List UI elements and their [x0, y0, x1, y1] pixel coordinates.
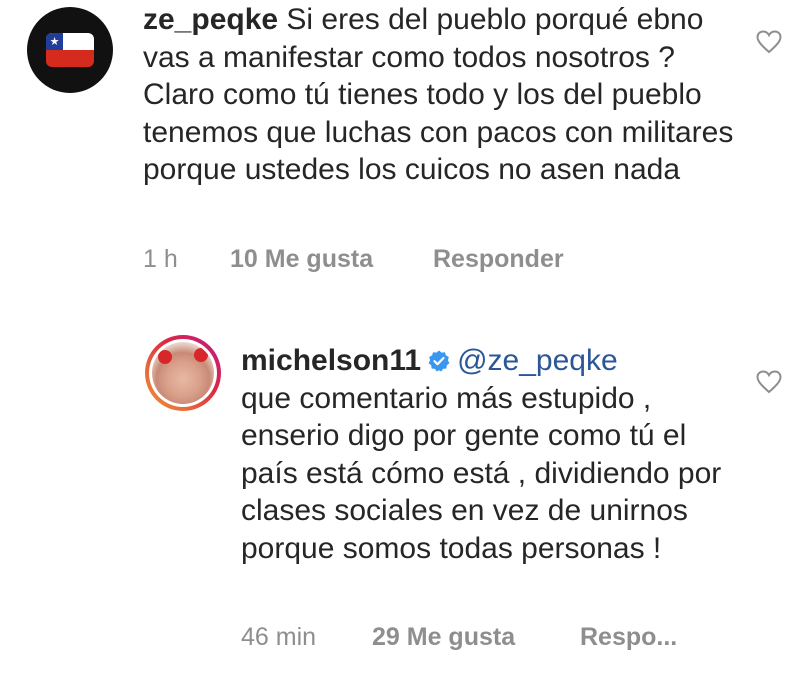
comment-username[interactable]: ze_peqke — [143, 3, 278, 36]
reply-comment: michelson11 @ze_peqke que comentario más… — [0, 330, 800, 692]
comment-likes[interactable]: 29 Me gusta — [372, 623, 515, 652]
avatar[interactable] — [145, 335, 221, 411]
comment-body: michelson11 @ze_peqke que comentario más… — [241, 342, 741, 567]
avatar[interactable]: ★ — [27, 7, 113, 93]
heart-icon[interactable] — [756, 370, 782, 394]
heart-icon[interactable] — [756, 30, 782, 54]
comment-text: que comentario más estupido , enserio di… — [241, 381, 722, 565]
comment-body: ze_peqke Si eres del pueblo porqué ebno … — [143, 1, 743, 189]
comment-time[interactable]: 46 min — [241, 623, 316, 652]
comment: ★ ze_peqke Si eres del pueblo porqué ebn… — [0, 0, 800, 290]
comment-meta: 46 min 29 Me gusta Respo... — [241, 623, 761, 655]
comment-likes[interactable]: 10 Me gusta — [230, 245, 373, 274]
verified-badge-icon — [428, 350, 450, 372]
comment-username[interactable]: michelson11 — [241, 344, 421, 377]
comment-meta: 1 h 10 Me gusta Responder — [143, 245, 743, 277]
mention-link[interactable]: @ze_peqke — [457, 344, 618, 377]
reply-button[interactable]: Responder — [433, 245, 564, 274]
comment-time[interactable]: 1 h — [143, 245, 178, 274]
profile-photo — [152, 342, 214, 404]
reply-button[interactable]: Respo... — [580, 623, 677, 652]
chile-flag-icon: ★ — [46, 33, 94, 67]
